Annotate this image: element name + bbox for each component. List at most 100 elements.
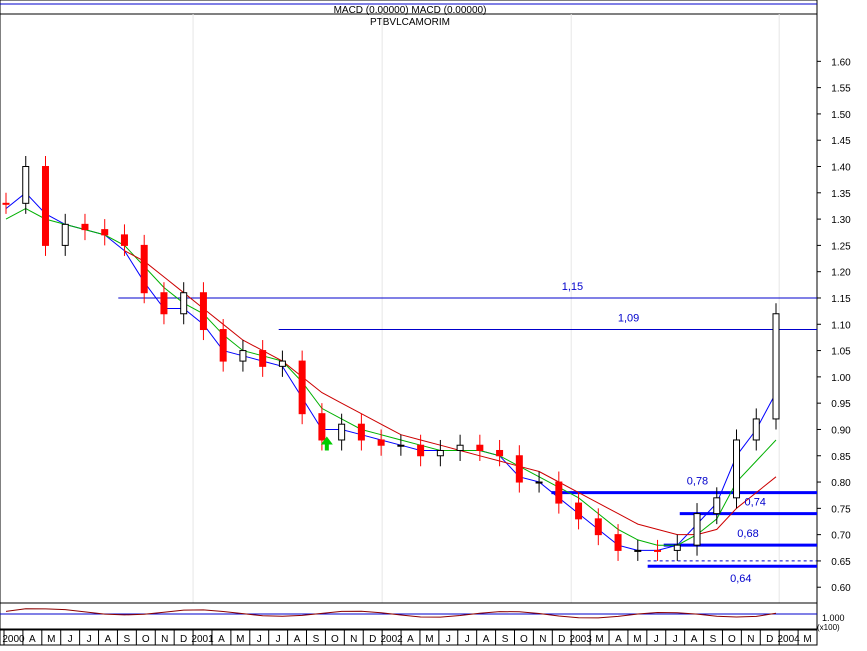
x-tick-label: O <box>331 634 339 645</box>
level-label: 0,74 <box>745 497 766 509</box>
level-labels: 1,15 1,09 0,78 0,74 0,68 0,64 <box>562 281 766 585</box>
y-tick-label: 0.90 <box>831 425 851 436</box>
candle-body <box>160 292 168 315</box>
x-tick-label: D <box>766 634 773 645</box>
candle-body <box>357 423 365 441</box>
x-tick-label: J <box>276 634 281 645</box>
candle-body <box>199 292 207 331</box>
x-tick-label: A <box>294 634 301 645</box>
level-label: 0,68 <box>737 528 758 540</box>
moving-averages <box>5 192 777 551</box>
candle-body <box>673 544 681 551</box>
candle-body <box>594 518 602 536</box>
x-tick-label: A <box>691 634 698 645</box>
candle-body <box>614 534 622 551</box>
candle-body <box>535 481 543 484</box>
candle-body <box>278 360 286 367</box>
x-tick-label: M <box>425 634 433 645</box>
x-tick-label: N <box>161 634 168 645</box>
y-tick-label: 1.40 <box>831 163 851 174</box>
y-tick-label: 1.60 <box>831 57 851 68</box>
candle-body <box>259 350 267 367</box>
x-tick-label: J <box>257 634 262 645</box>
x-tick-label: A <box>218 634 225 645</box>
candle-body <box>634 549 642 552</box>
ma-line <box>5 208 777 546</box>
y-tick-label: 1.30 <box>831 215 851 226</box>
y-tick-label: 1.50 <box>831 110 851 121</box>
y-tick-label: 1.25 <box>831 241 851 252</box>
candle-body <box>22 166 30 204</box>
x-tick-label: J <box>87 634 92 645</box>
y-tick-label: 1.15 <box>831 294 851 305</box>
candle-body <box>180 292 188 315</box>
x-tick-label: 2000 <box>2 634 25 645</box>
candle-body <box>456 444 464 451</box>
candle-body <box>298 360 306 415</box>
x-tick-label: D <box>369 634 376 645</box>
x-tick-label: N <box>747 634 754 645</box>
candles <box>2 155 780 561</box>
y-tick-label: 1.55 <box>831 84 851 95</box>
x-tick-label: J <box>446 634 451 645</box>
x-tick-label: M <box>236 634 244 645</box>
x-tick-label: M <box>803 634 811 645</box>
candle-body <box>101 229 109 236</box>
x-tick-label: J <box>673 634 678 645</box>
y-tick-label: 1.05 <box>831 347 851 358</box>
y-tick-label: 0.85 <box>831 452 851 463</box>
candle-body <box>417 444 425 457</box>
x-tick-label: M <box>47 634 55 645</box>
candle-body <box>140 244 148 294</box>
ma-line <box>5 192 777 551</box>
candle-body <box>41 166 49 246</box>
y-tick-label: 1.10 <box>831 320 851 331</box>
y-tick-label: 1.20 <box>831 268 851 279</box>
candle-body <box>693 513 701 546</box>
candle-body <box>713 497 721 515</box>
candle-body <box>397 444 405 447</box>
candle-body <box>219 329 227 362</box>
candle-body <box>575 502 583 520</box>
y-tick-label: 1.35 <box>831 189 851 200</box>
x-tick-label: O <box>520 634 528 645</box>
x-tick-label: J <box>68 634 73 645</box>
x-tick-label: A <box>105 634 112 645</box>
candle-body <box>318 413 326 441</box>
x-tick-label: A <box>615 634 622 645</box>
candle-body <box>733 439 741 499</box>
candle-body <box>476 444 484 451</box>
candle-body <box>752 418 760 441</box>
level-label: 1,09 <box>618 313 639 325</box>
level-label: 0,64 <box>730 573 751 585</box>
candle-body <box>61 223 69 246</box>
candle-body <box>120 234 128 246</box>
y-unit-label: (x100) <box>817 623 840 632</box>
y-tick-label: 0.70 <box>831 531 851 542</box>
y-tick-label: 0.80 <box>831 478 851 489</box>
y-tick-label: 0.60 <box>831 583 851 594</box>
x-tick-label: D <box>180 634 187 645</box>
candle-body <box>436 449 444 457</box>
x-tick-label: M <box>595 634 603 645</box>
x-tick-label: A <box>407 634 414 645</box>
candle-body <box>338 423 346 441</box>
candle-body <box>239 350 247 362</box>
candle-body <box>772 313 780 420</box>
x-tick-label: A <box>483 634 490 645</box>
y-tick-label: 0.75 <box>831 504 851 515</box>
x-tick-label: S <box>313 634 320 645</box>
x-tick-label: J <box>654 634 659 645</box>
x-tick-label: 2004 <box>778 634 801 645</box>
x-tick-label: D <box>558 634 565 645</box>
candle-body <box>496 449 504 457</box>
y-tick-label: 1.00 <box>831 373 851 384</box>
x-tick-label: J <box>465 634 470 645</box>
x-tick-label: 2002 <box>380 634 403 645</box>
candle-body <box>2 202 10 205</box>
candle-body <box>81 223 89 231</box>
x-tick-label: 2003 <box>570 634 593 645</box>
chart-svg: MACD (0.00000) MACD (0.00000) PTBVLCAMOR… <box>0 0 851 646</box>
x-tick-label: N <box>350 634 357 645</box>
candle-body <box>515 455 523 483</box>
